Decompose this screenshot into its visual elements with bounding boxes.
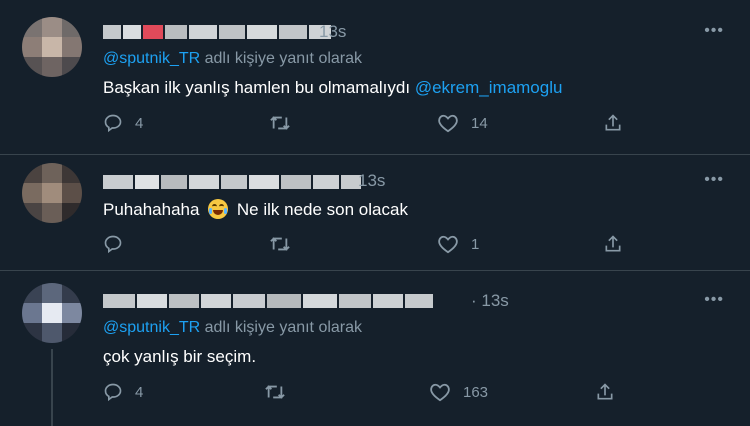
author-name-redacted[interactable] — [103, 23, 333, 41]
avatar[interactable] — [22, 283, 82, 343]
reply-icon — [104, 235, 122, 254]
like-count: 1 — [471, 235, 480, 253]
tweet-3[interactable]: · 13s ••• @sputnik_TR adlı kişiye yanıt … — [0, 271, 750, 426]
reply-icon — [104, 114, 122, 133]
like-button[interactable]: 14 — [437, 113, 488, 133]
author-name-redacted[interactable] — [103, 173, 363, 191]
tweet-text: Puhahahaha Ne ilk nede son olacak — [103, 199, 408, 220]
avatar[interactable] — [22, 17, 82, 77]
share-icon — [605, 235, 621, 252]
author-name-redacted[interactable] — [103, 292, 435, 310]
retweet-button[interactable] — [264, 382, 298, 402]
like-count: 14 — [471, 114, 488, 132]
more-icon[interactable]: ••• — [704, 171, 724, 189]
reply-to-label: adlı kişiye yanıt olarak — [200, 50, 363, 67]
like-count: 163 — [463, 383, 489, 401]
tweet-actions: 4 163 — [103, 382, 643, 406]
tweet-text-start: Puhahahaha — [103, 200, 200, 219]
retweet-button[interactable] — [269, 234, 303, 254]
timestamp[interactable]: 13s — [358, 171, 385, 191]
share-button[interactable] — [603, 113, 623, 133]
avatar[interactable] — [22, 163, 82, 223]
reply-button[interactable] — [103, 234, 135, 254]
reply-button[interactable]: 4 — [103, 113, 143, 133]
replying-to: @sputnik_TR adlı kişiye yanıt olarak — [103, 50, 362, 68]
thread-line — [51, 349, 53, 426]
like-button[interactable]: 1 — [437, 234, 479, 254]
like-button[interactable]: 163 — [429, 382, 488, 402]
reply-handle-link[interactable]: @sputnik_TR — [103, 50, 200, 67]
reply-to-label: adlı kişiye yanıt olarak — [200, 319, 363, 336]
replying-to: @sputnik_TR adlı kişiye yanıt olarak — [103, 319, 362, 337]
timestamp[interactable]: · 13s — [471, 291, 509, 311]
reply-button[interactable]: 4 — [103, 382, 143, 402]
tweet-1[interactable]: 13s ••• @sputnik_TR adlı kişiye yanıt ol… — [0, 0, 750, 154]
tweet-actions: 1 — [103, 234, 643, 258]
tweet-text: Başkan ilk yanlış hamlen bu olmamalıydı … — [103, 78, 562, 98]
emoji-joy-icon — [208, 199, 229, 219]
retweet-button[interactable] — [269, 113, 303, 133]
retweet-icon — [270, 116, 290, 130]
share-icon — [597, 383, 613, 400]
share-button[interactable] — [595, 382, 615, 402]
like-icon — [438, 235, 458, 254]
more-icon[interactable]: ••• — [704, 22, 724, 40]
share-icon — [605, 114, 621, 131]
tweet-text-end: Ne ilk nede son olacak — [236, 200, 408, 219]
tweet-text: çok yanlış bir seçim. — [103, 347, 257, 366]
tweet-text-content: Başkan ilk yanlış hamlen bu olmamalıydı — [103, 78, 415, 97]
like-icon — [438, 114, 458, 133]
mention-link[interactable]: @ekrem_imamoglu — [415, 78, 563, 97]
reply-count: 4 — [135, 383, 144, 401]
more-icon[interactable]: ••• — [704, 291, 724, 309]
retweet-icon — [265, 385, 285, 399]
timestamp[interactable]: 13s — [319, 22, 346, 42]
tweet-2[interactable]: 13s ••• Puhahahaha Ne ilk nede son olaca… — [0, 155, 750, 270]
tweet-actions: 4 14 — [103, 113, 643, 137]
reply-icon — [104, 383, 122, 402]
like-icon — [430, 383, 450, 402]
share-button[interactable] — [603, 234, 623, 254]
reply-handle-link[interactable]: @sputnik_TR — [103, 319, 200, 336]
reply-count: 4 — [135, 114, 144, 132]
retweet-icon — [270, 237, 290, 251]
